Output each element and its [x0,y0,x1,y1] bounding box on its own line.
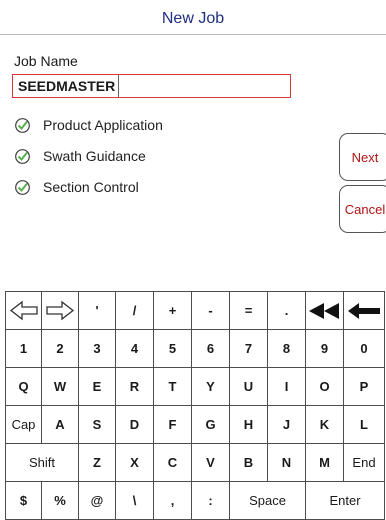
key[interactable]: D [115,405,154,444]
check-circle-icon [15,148,30,164]
right-arrow-key[interactable] [41,291,79,330]
backspace-icon [348,302,380,319]
key[interactable]: 5 [153,329,192,368]
key[interactable]: E [78,367,116,406]
caps-lock-key[interactable]: Cap [5,405,42,444]
option-section-control[interactable]: Section Control [14,176,139,198]
key[interactable]: U [229,367,268,406]
key[interactable]: G [191,405,230,444]
shift-key[interactable]: Shift [5,443,79,482]
title-divider [0,34,386,35]
key[interactable]: K [305,405,344,444]
key[interactable]: L [343,405,385,444]
key[interactable]: A [41,405,79,444]
new-job-screen: New Job Job Name SEEDMASTER Product Appl… [0,0,386,520]
key[interactable]: J [267,405,306,444]
key[interactable]: Z [78,443,116,482]
key[interactable]: 0 [343,329,385,368]
cancel-button[interactable]: Cancel [339,185,386,233]
right-arrow-icon [46,300,75,321]
key[interactable]: 1 [5,329,42,368]
double-backspace-key[interactable] [305,291,344,330]
key[interactable]: X [115,443,154,482]
left-arrow-key[interactable] [5,291,42,330]
next-button[interactable]: Next [339,133,386,181]
option-label: Section Control [43,179,139,195]
key[interactable]: 4 [115,329,154,368]
double-backspace-icon [308,302,339,319]
key[interactable]: ' [78,291,116,330]
on-screen-keyboard: ' / + - = . 1 2 3 4 5 6 7 8 9 0 Q W E R … [5,291,385,520]
key[interactable]: T [153,367,192,406]
key[interactable]: I [267,367,306,406]
key[interactable]: M [305,443,344,482]
key[interactable]: 7 [229,329,268,368]
key[interactable]: 2 [41,329,79,368]
key[interactable]: B [229,443,268,482]
key[interactable]: 6 [191,329,230,368]
option-label: Product Application [43,117,163,133]
option-label: Swath Guidance [43,148,146,164]
key[interactable]: = [229,291,268,330]
key[interactable]: F [153,405,192,444]
key[interactable]: C [153,443,192,482]
job-name-value: SEEDMASTER [15,75,120,97]
key[interactable]: 8 [267,329,306,368]
key[interactable]: 9 [305,329,344,368]
key[interactable]: 3 [78,329,116,368]
option-swath-guidance[interactable]: Swath Guidance [14,145,146,167]
end-key[interactable]: End [343,443,385,482]
option-product-application[interactable]: Product Application [14,114,163,136]
job-name-label: Job Name [14,53,78,69]
check-circle-icon [15,179,30,195]
backspace-key[interactable] [343,291,385,330]
check-circle-icon [15,117,30,133]
key[interactable]: S [78,405,116,444]
key[interactable]: N [267,443,306,482]
key[interactable]: - [191,291,230,330]
key[interactable]: R [115,367,154,406]
key[interactable]: Y [191,367,230,406]
key[interactable]: W [41,367,79,406]
key[interactable]: V [191,443,230,482]
key[interactable]: . [267,291,306,330]
key[interactable]: P [343,367,385,406]
job-name-field[interactable]: SEEDMASTER [12,74,291,98]
key[interactable]: Q [5,367,42,406]
key[interactable]: / [115,291,154,330]
left-arrow-icon [9,300,38,321]
key[interactable]: H [229,405,268,444]
key[interactable]: + [153,291,192,330]
page-title: New Job [161,10,225,27]
key[interactable]: O [305,367,344,406]
